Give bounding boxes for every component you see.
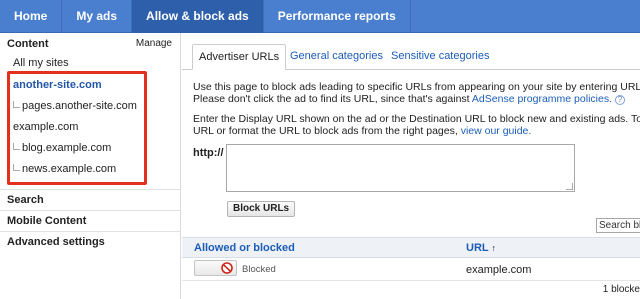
http-label: http:// — [193, 147, 224, 159]
site-label: pages.another-site.com — [22, 100, 137, 112]
instructions-text: URL or format the URL to block ads from … — [193, 125, 461, 137]
tab-advertiser-urls[interactable]: Advertiser URLs — [192, 44, 287, 70]
sidebar-heading: Content — [7, 38, 49, 50]
search-input[interactable]: Search blo — [596, 218, 640, 233]
tree-connector-icon — [13, 143, 20, 150]
site-label: news.example.com — [22, 163, 117, 175]
intro-text: Please don't click the ad to find its UR… — [193, 93, 472, 105]
content-tabs: Advertiser URLs General categories Sensi… — [182, 44, 640, 70]
column-header-url-label: URL — [466, 242, 489, 254]
instructions-line-2: URL or format the URL to block ads from … — [193, 125, 531, 137]
tab-general-categories[interactable]: General categories — [290, 44, 383, 70]
manage-link[interactable]: Manage — [136, 38, 172, 49]
status-text: Blocked — [242, 264, 276, 275]
sidebar-item-all-sites[interactable]: All my sites — [13, 57, 69, 69]
url-cell: example.com — [466, 264, 532, 276]
nav-tab-home[interactable]: Home — [0, 0, 63, 33]
block-toggle[interactable] — [194, 260, 237, 276]
sidebar: Content Manage All my sites another-site… — [0, 33, 181, 299]
guide-link[interactable]: view our guide. — [461, 125, 532, 137]
blocked-icon — [221, 262, 233, 274]
main-content: Advertiser URLs General categories Sensi… — [182, 33, 640, 299]
tree-connector-icon — [13, 101, 20, 108]
sidebar-item-news-example[interactable]: news.example.com — [13, 163, 116, 175]
site-label: blog.example.com — [22, 142, 112, 154]
tree-connector-icon — [13, 164, 20, 171]
column-header-status[interactable]: Allowed or blocked — [194, 242, 295, 254]
sidebar-section-advanced-settings[interactable]: Advanced settings — [0, 231, 181, 252]
table-header: Allowed or blocked URL ↑ — [182, 237, 640, 258]
table-row: Blocked example.com — [182, 258, 640, 281]
nav-tab-allow-block-ads[interactable]: Allow & block ads — [132, 0, 264, 33]
instructions-line-1: Enter the Display URL shown on the ad or… — [193, 113, 640, 125]
result-count: 1 blocke — [602, 284, 640, 295]
sidebar-item-another-site[interactable]: another-site.com — [13, 79, 102, 91]
policies-link[interactable]: AdSense programme policies. — [472, 93, 612, 105]
sidebar-item-example[interactable]: example.com — [13, 121, 78, 133]
intro-text-line-1: Use this page to block ads leading to sp… — [193, 81, 640, 93]
sidebar-item-pages-another-site[interactable]: pages.another-site.com — [13, 100, 137, 112]
resize-grip-icon[interactable] — [566, 183, 573, 190]
intro-text-line-2: Please don't click the ad to find its UR… — [193, 93, 625, 105]
top-navigation: Home My ads Allow & block ads Performanc… — [0, 0, 640, 33]
block-urls-button[interactable]: Block URLs — [227, 201, 296, 217]
tab-sensitive-categories[interactable]: Sensitive categories — [391, 44, 489, 70]
nav-tab-performance-reports[interactable]: Performance reports — [264, 0, 411, 33]
url-textarea[interactable] — [226, 144, 575, 192]
column-header-url[interactable]: URL ↑ — [466, 242, 496, 254]
help-icon[interactable]: ? — [615, 95, 625, 105]
sort-arrow-icon: ↑ — [491, 243, 496, 253]
sidebar-section-mobile-content[interactable]: Mobile Content — [0, 210, 181, 231]
sidebar-item-blog-example[interactable]: blog.example.com — [13, 142, 111, 154]
sidebar-section-search[interactable]: Search — [0, 189, 181, 210]
nav-tab-my-ads[interactable]: My ads — [62, 0, 133, 33]
